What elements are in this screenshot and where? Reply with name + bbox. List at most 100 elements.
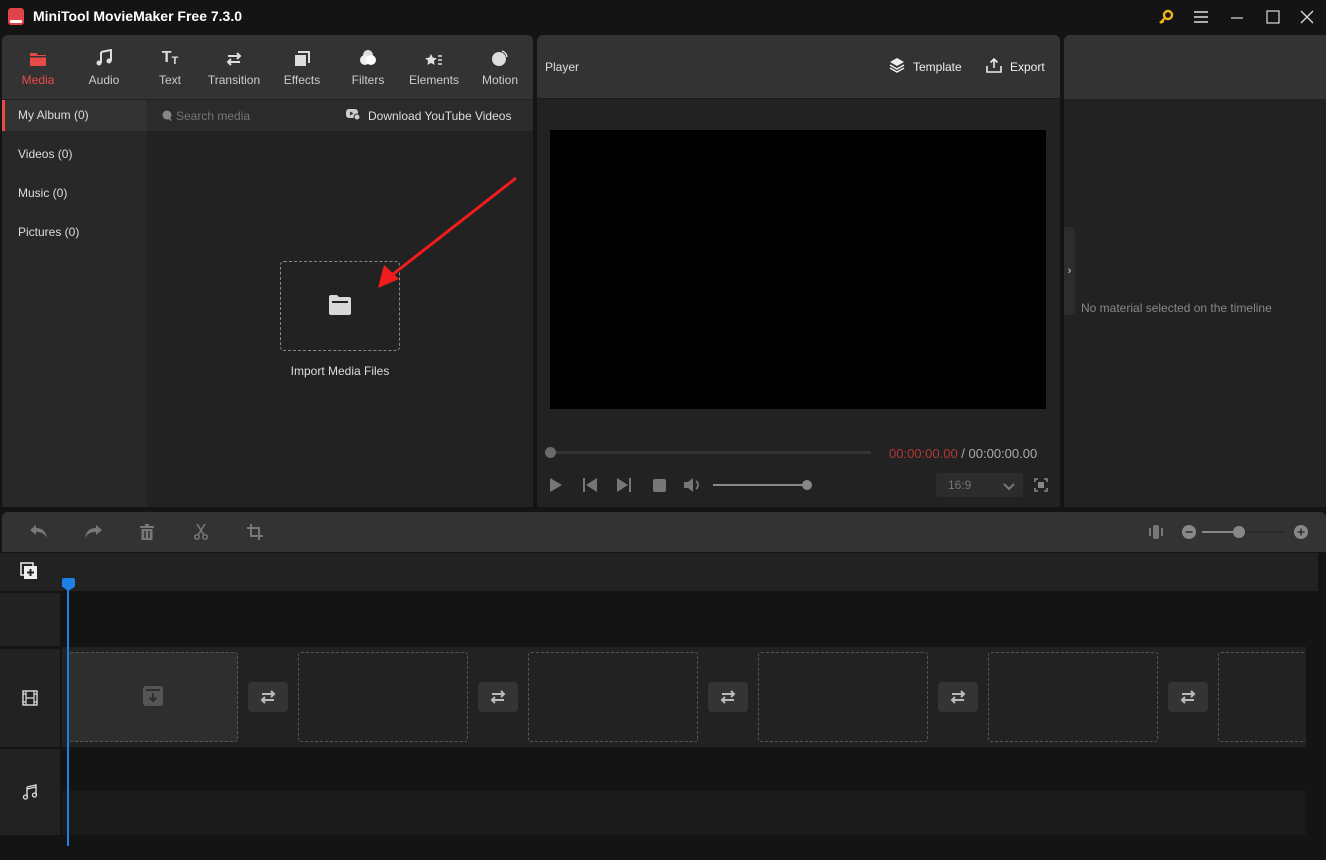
track-header-audio (0, 749, 60, 835)
export-button[interactable]: Export (986, 57, 1045, 76)
tab-text-label: Text (158, 73, 181, 87)
template-button[interactable]: Template (889, 57, 962, 76)
zoom-in-button[interactable] (1290, 521, 1312, 543)
tab-media[interactable]: Media (12, 35, 64, 99)
add-track-icon (20, 562, 37, 579)
video-preview (550, 130, 1046, 409)
folder-icon (328, 294, 352, 319)
tab-filters[interactable]: Filters (342, 35, 394, 99)
tab-elements[interactable]: Elements (406, 35, 462, 99)
swap-arrows-icon (490, 690, 506, 704)
zoom-out-button[interactable] (1178, 521, 1200, 543)
media-tabs: Media Audio TT Text Transition Effects F… (2, 35, 533, 99)
player-header: Player Template Export (537, 35, 1060, 99)
collapse-panel-button[interactable]: › (1064, 227, 1075, 315)
empty-selection-message: No material selected on the timeline (1081, 301, 1272, 315)
clip-slot[interactable] (298, 652, 468, 742)
swap-arrows-icon (720, 690, 736, 704)
transition-slot-button[interactable] (938, 682, 978, 712)
template-label: Template (913, 59, 962, 74)
tab-audio[interactable]: Audio (78, 35, 130, 99)
player-title: Player (545, 60, 580, 74)
aspect-ratio-select[interactable]: 16:9 (936, 473, 1023, 497)
stop-button[interactable] (648, 474, 670, 496)
overlay-track (62, 593, 1326, 646)
album-list: My Album (0) Videos (0) Music (0) Pictur… (2, 100, 146, 507)
volume-icon[interactable] (682, 474, 704, 496)
delete-button[interactable] (136, 521, 158, 543)
youtube-download-icon (346, 108, 361, 123)
key-icon[interactable] (1155, 6, 1177, 28)
track-header-overlay (0, 593, 60, 646)
aspect-ratio-value: 16:9 (948, 478, 972, 492)
text-icon: TT (161, 49, 179, 67)
minimize-icon[interactable] (1226, 6, 1248, 28)
tab-elements-label: Elements (408, 73, 460, 87)
previous-frame-button[interactable] (579, 474, 601, 496)
clip-slot[interactable] (758, 652, 928, 742)
download-youtube-label: Download YouTube Videos (368, 108, 512, 123)
volume-handle[interactable] (802, 480, 812, 490)
maximize-icon[interactable] (1262, 6, 1284, 28)
redo-button[interactable] (82, 521, 104, 543)
music-note-icon (95, 47, 113, 67)
import-download-icon (143, 686, 163, 709)
split-button[interactable] (190, 521, 212, 543)
transition-slot-button[interactable] (1168, 682, 1208, 712)
album-item-pictures[interactable]: Pictures (0) (2, 217, 146, 248)
clip-slot[interactable] (1218, 652, 1306, 742)
timeline-ruler (0, 553, 1318, 591)
track-header-video (0, 649, 60, 747)
menu-icon[interactable] (1190, 6, 1212, 28)
album-item-videos[interactable]: Videos (0) (2, 139, 146, 170)
tab-transition-label: Transition (207, 73, 261, 87)
music-note-icon (22, 784, 38, 800)
chevron-down-icon (1003, 480, 1015, 494)
import-media-button[interactable] (280, 261, 400, 351)
clip-slot[interactable] (528, 652, 698, 742)
elements-icon (425, 47, 443, 67)
tab-motion[interactable]: Motion (474, 35, 526, 99)
timeline-toolbar (2, 512, 1326, 552)
tab-effects[interactable]: Effects (276, 35, 328, 99)
search-input[interactable] (176, 106, 326, 126)
fullscreen-button[interactable] (1030, 474, 1052, 496)
album-item-my-album[interactable]: My Album (0) (2, 100, 146, 131)
add-track-button[interactable] (20, 562, 38, 583)
album-item-music[interactable]: Music (0) (2, 178, 146, 209)
upload-icon (986, 57, 1002, 76)
chevron-right-icon: › (1067, 265, 1072, 277)
tab-text[interactable]: TT Text (144, 35, 196, 99)
export-label: Export (1010, 59, 1045, 74)
effects-icon (293, 47, 311, 67)
transition-slot-button[interactable] (248, 682, 288, 712)
app-title: MiniTool MovieMaker Free 7.3.0 (33, 8, 243, 24)
clip-slot[interactable] (988, 652, 1158, 742)
import-media-label: Import Media Files (290, 364, 390, 378)
tab-audio-label: Audio (88, 73, 120, 87)
properties-panel: › No material selected on the timeline (1064, 35, 1326, 507)
clip-slot[interactable] (68, 652, 238, 742)
transition-slot-button[interactable] (478, 682, 518, 712)
fit-timeline-button[interactable] (1145, 521, 1167, 543)
undo-button[interactable] (28, 521, 50, 543)
swap-arrows-icon (950, 690, 966, 704)
close-icon[interactable] (1296, 6, 1318, 28)
tab-transition[interactable]: Transition (202, 35, 266, 99)
properties-header (1064, 35, 1326, 99)
seek-handle[interactable] (545, 447, 556, 458)
download-youtube-button[interactable]: Download YouTube Videos (346, 100, 511, 131)
transition-slot-button[interactable] (708, 682, 748, 712)
tab-effects-label: Effects (283, 73, 321, 87)
volume-slider[interactable] (713, 484, 807, 486)
film-icon (22, 690, 38, 706)
next-frame-button[interactable] (613, 474, 635, 496)
play-button[interactable] (545, 474, 567, 496)
playhead-line[interactable] (67, 588, 69, 846)
total-time: 00:00:00.00 (968, 446, 1038, 461)
time-separator: / (957, 446, 969, 461)
seek-bar[interactable] (550, 451, 871, 454)
swap-arrows-icon (1180, 690, 1196, 704)
crop-button[interactable] (244, 521, 266, 543)
timeline-zoom-handle[interactable] (1233, 526, 1245, 538)
